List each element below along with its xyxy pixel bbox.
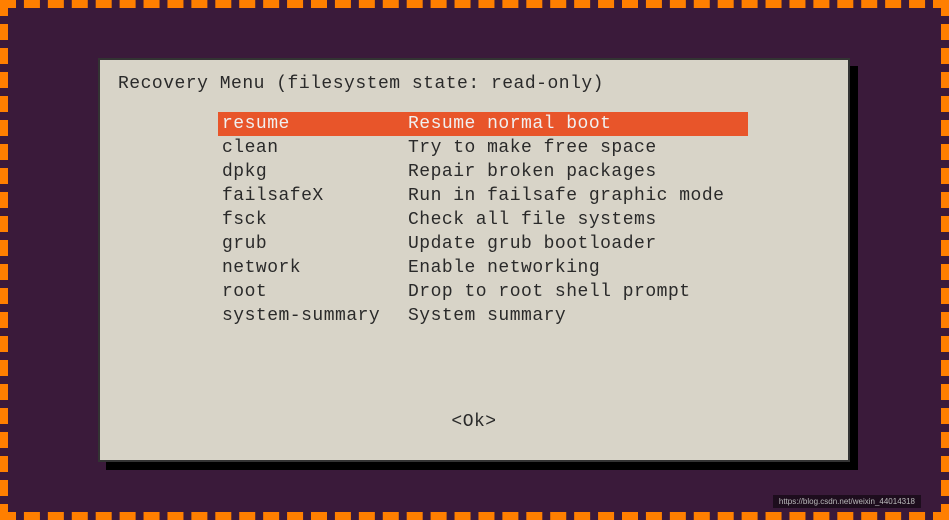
menu-item-dpkg[interactable]: dpkg Repair broken packages bbox=[218, 160, 748, 184]
menu-item-failsafex[interactable]: failsafeX Run in failsafe graphic mode bbox=[218, 184, 748, 208]
menu-item-clean[interactable]: clean Try to make free space bbox=[218, 136, 748, 160]
dialog-title: Recovery Menu (filesystem state: read-on… bbox=[118, 74, 830, 94]
menu-item-key: resume bbox=[218, 112, 408, 136]
menu-item-desc: Update grub bootloader bbox=[408, 232, 748, 256]
menu-item-desc: Check all file systems bbox=[408, 208, 748, 232]
menu-item-desc: Try to make free space bbox=[408, 136, 748, 160]
menu-item-key: grub bbox=[218, 232, 408, 256]
menu-item-key: clean bbox=[218, 136, 408, 160]
menu-item-desc: Repair broken packages bbox=[408, 160, 748, 184]
menu-list: resume Resume normal boot clean Try to m… bbox=[218, 112, 748, 328]
ok-button[interactable]: <Ok> bbox=[451, 412, 496, 432]
menu-item-system-summary[interactable]: system-summary System summary bbox=[218, 304, 748, 328]
menu-item-fsck[interactable]: fsck Check all file systems bbox=[218, 208, 748, 232]
watermark-text: https://blog.csdn.net/weixin_44014318 bbox=[773, 495, 921, 508]
menu-item-desc: Enable networking bbox=[408, 256, 748, 280]
menu-item-network[interactable]: network Enable networking bbox=[218, 256, 748, 280]
menu-item-key: failsafeX bbox=[218, 184, 408, 208]
menu-item-resume[interactable]: resume Resume normal boot bbox=[218, 112, 748, 136]
menu-item-grub[interactable]: grub Update grub bootloader bbox=[218, 232, 748, 256]
menu-item-desc: Drop to root shell prompt bbox=[408, 280, 748, 304]
menu-item-key: root bbox=[218, 280, 408, 304]
menu-item-root[interactable]: root Drop to root shell prompt bbox=[218, 280, 748, 304]
menu-item-key: fsck bbox=[218, 208, 408, 232]
menu-item-desc: Run in failsafe graphic mode bbox=[408, 184, 748, 208]
menu-item-key: system-summary bbox=[218, 304, 408, 328]
menu-item-desc: Resume normal boot bbox=[408, 112, 748, 136]
menu-item-key: dpkg bbox=[218, 160, 408, 184]
menu-item-key: network bbox=[218, 256, 408, 280]
recovery-menu-dialog: Recovery Menu (filesystem state: read-on… bbox=[98, 58, 850, 462]
menu-item-desc: System summary bbox=[408, 304, 748, 328]
